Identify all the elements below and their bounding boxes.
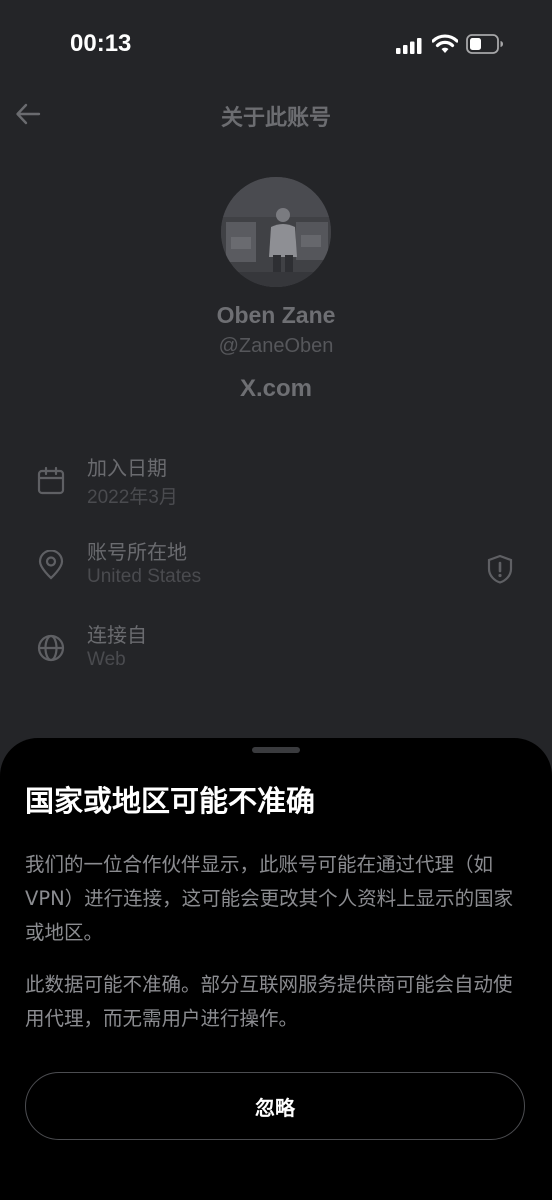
info-row-location: 账号所在地 United States [0,536,552,606]
connected-value: Web [87,649,126,670]
ignore-button[interactable]: 忽略 [25,1072,525,1140]
sheet-paragraph-2: 此数据可能不准确。部分互联网服务提供商可能会自动使用代理，而无需用户进行操作。 [25,973,513,1030]
sheet-paragraph-1: 我们的一位合作伙伴显示，此账号可能在通过代理（如 VPN）进行连接，这可能会更改… [25,853,514,944]
cellular-signal-icon [396,38,422,54]
sheet-title: 国家或地区可能不准确 [25,784,316,818]
info-row-joined: 加入日期 2022年3月 [0,452,552,522]
shield-alert-icon[interactable] [486,554,514,584]
profile-name: Oben Zane [216,302,336,328]
connected-label: 连接自 [87,623,147,647]
location-value: United States [87,566,202,587]
battery-icon [466,34,503,54]
globe-icon [37,634,65,662]
status-time: 00:13 [70,30,132,57]
joined-value: 2022年3月 [87,487,178,508]
location-label: 账号所在地 [87,540,187,564]
about-account-screen: 00:13 关于此账号 Oben Zane @ZaneOben X.com 加入… [0,0,552,1200]
profile-handle: @ZaneOben [218,335,334,357]
bottom-sheet: 国家或地区可能不准确 我们的一位合作伙伴显示，此账号可能在通过代理（如 VPN）… [0,738,552,1200]
location-pin-icon [38,550,64,580]
page-title: 关于此账号 [220,106,331,131]
profile-domain: X.com [239,375,313,402]
wifi-icon [432,34,458,53]
status-bar: 00:13 [0,0,552,90]
calendar-icon [37,466,65,495]
sheet-drag-handle[interactable] [252,747,300,753]
info-row-connected: 连接自 Web [0,619,552,689]
avatar[interactable] [221,177,331,287]
joined-label: 加入日期 [87,456,167,480]
